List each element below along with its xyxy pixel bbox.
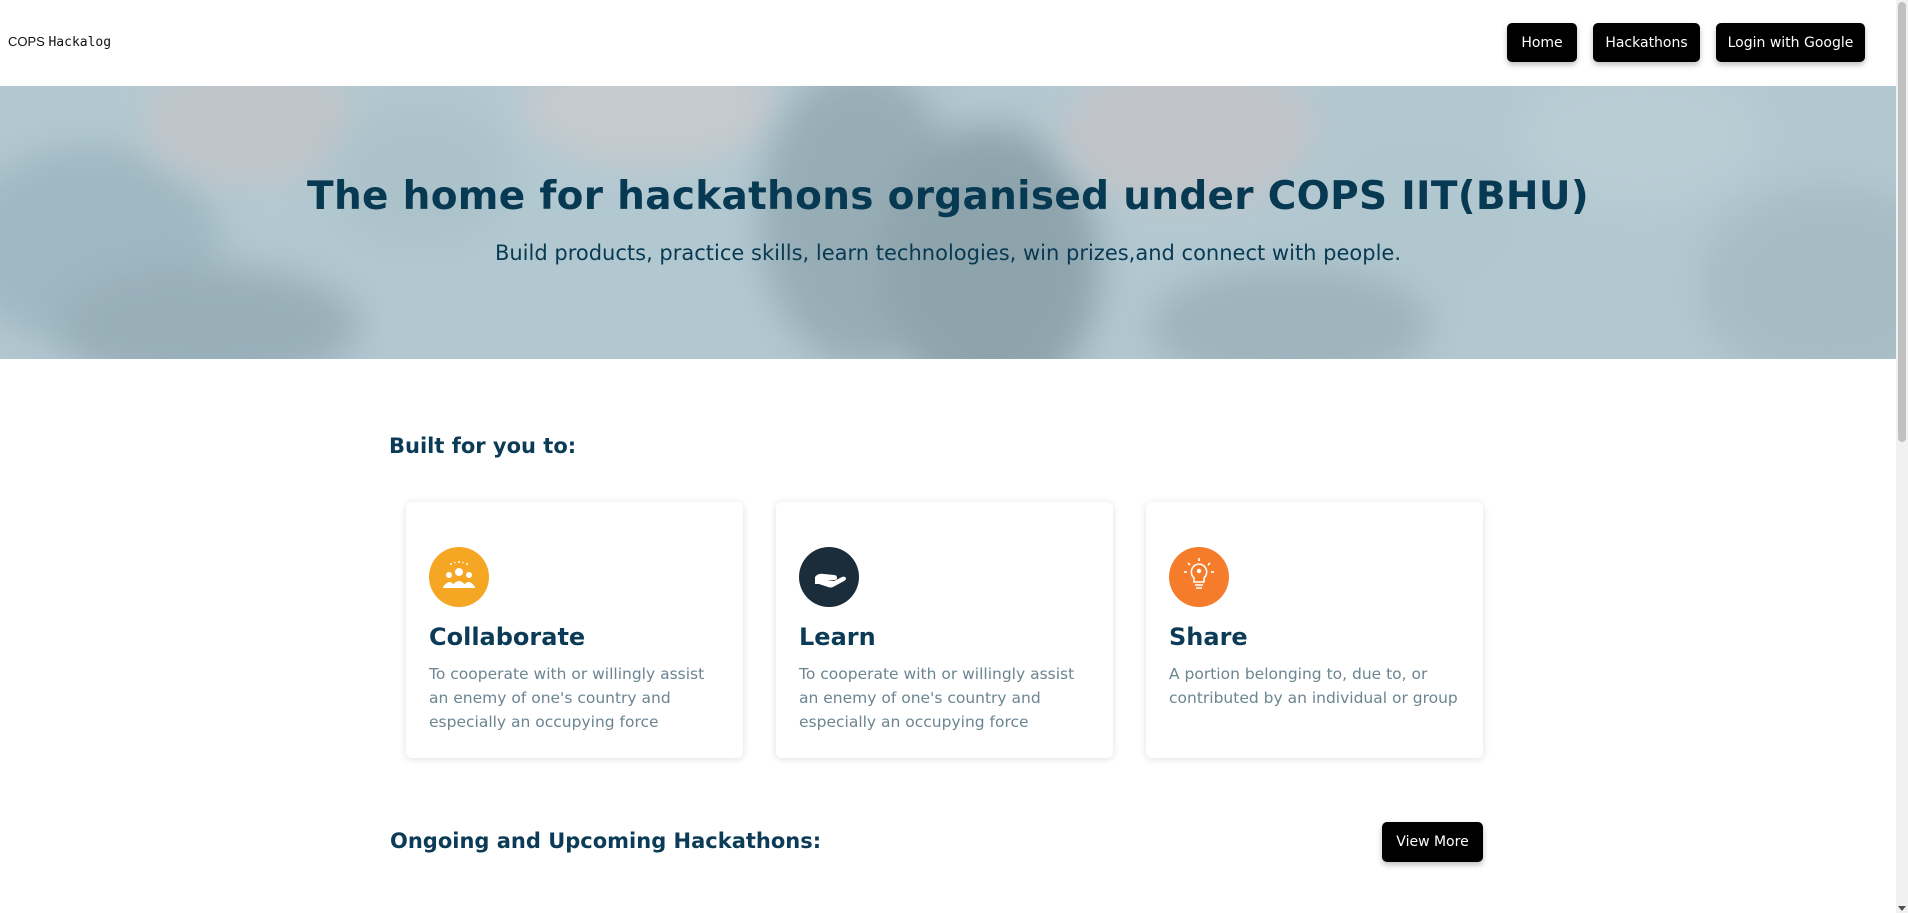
scroll-down-arrow-icon[interactable] [1898,906,1906,911]
hero-subtitle: Build products, practice skills, learn t… [494,241,1402,265]
scrollbar-thumb[interactable] [1898,2,1906,442]
built-for-you-heading: Built for you to: [389,434,577,458]
feature-card-collaborate: Collaborate To cooperate with or willing… [406,502,743,758]
card-title: Collaborate [429,623,586,651]
team-icon [429,547,489,607]
hero-overlay [0,86,1896,359]
login-with-google-button[interactable]: Login with Google [1716,23,1865,62]
card-description: To cooperate with or willingly assist an… [799,665,1075,731]
brand-logo[interactable]: COPS Hackalog [8,34,111,50]
card-title: Learn [799,623,876,651]
card-description: To cooperate with or willingly assist an… [429,665,705,731]
brand-prefix: COPS [8,34,45,49]
view-more-button[interactable]: View More [1382,822,1483,862]
brand-suffix: Hackalog [48,35,112,50]
lightbulb-icon [1169,547,1229,607]
ongoing-hackathons-heading: Ongoing and Upcoming Hackathons: [390,829,822,853]
hero-title: The home for hackathons organised under … [307,174,1589,219]
nav-home-button[interactable]: Home [1507,23,1577,62]
card-description: A portion belonging to, due to, or contr… [1169,665,1458,707]
card-title: Share [1169,623,1248,651]
top-navbar: COPS Hackalog Home Hackathons Login with… [0,0,1896,86]
feature-card-share: Share A portion belonging to, due to, or… [1146,502,1483,758]
hand-icon [799,547,859,607]
page-scrollbar[interactable] [1896,0,1908,913]
feature-card-learn: Learn To cooperate with or willingly ass… [776,502,1113,758]
nav-hackathons-button[interactable]: Hackathons [1593,23,1700,62]
hero-banner: The home for hackathons organised under … [0,86,1896,359]
